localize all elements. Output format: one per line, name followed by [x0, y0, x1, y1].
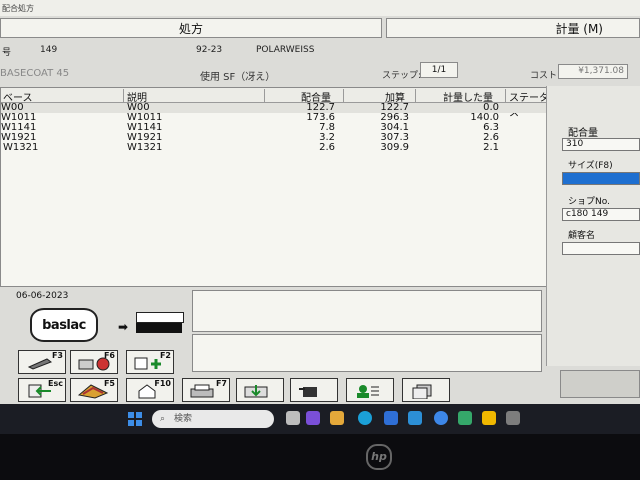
download-icon [244, 385, 268, 398]
cell-base: W1321 [3, 142, 39, 153]
f2-key-label: F2 [159, 351, 171, 360]
f5-key-label: F5 [103, 379, 115, 388]
pour-button[interactable] [290, 378, 338, 402]
customer-label: 顧客名 [568, 231, 596, 241]
usage-label: 使用 SF（冴え） [200, 72, 276, 83]
formula-table: ベース 説明 配合量 加算 計量した量 ステータス W00 W00 122.7 … [0, 87, 556, 287]
file-explorer-icon[interactable] [330, 411, 344, 425]
message-box-bottom [192, 334, 542, 372]
title-bar: 配合処方 [0, 0, 640, 16]
customer-field[interactable] [562, 242, 640, 255]
user-card-icon [357, 385, 379, 398]
edge-icon[interactable] [358, 411, 372, 425]
code-prefix: 号 [2, 48, 12, 58]
user-button[interactable] [346, 378, 394, 402]
code-value: 149 [40, 45, 58, 55]
table-row[interactable]: W1921 W1921 3.2 307.3 2.6 [1, 133, 549, 143]
color-code: 92-23 [196, 45, 223, 55]
message-box-top [192, 290, 542, 332]
printer-icon [190, 384, 214, 398]
windows-start-icon[interactable] [128, 411, 142, 426]
f3-button[interactable]: F3 [18, 350, 66, 374]
indicator-white [136, 312, 184, 323]
widget-icon[interactable] [306, 411, 320, 425]
tab-measure-label: 計量 (M) [555, 21, 603, 36]
size-field[interactable] [562, 172, 640, 185]
right-bottom-panel [560, 370, 640, 398]
download-button[interactable] [236, 378, 284, 402]
amount-field[interactable]: 310 [562, 138, 640, 151]
hp-logo: hp [366, 444, 392, 470]
app-icon-3[interactable] [506, 411, 520, 425]
search-placeholder: 検索 [174, 414, 193, 424]
f10-button[interactable]: F10 [126, 378, 174, 402]
date-label: 06-06-2023 [16, 291, 69, 301]
f10-key-label: F10 [154, 379, 171, 388]
amount-label: 配合量 [568, 128, 598, 139]
windows-taskbar [0, 404, 640, 434]
cell-added: 309.9 [380, 142, 409, 153]
f6-button[interactable]: F6 [70, 350, 118, 374]
app-icon-2[interactable] [482, 411, 496, 425]
cell-measured: 2.1 [483, 142, 499, 153]
cost-field: ¥1,371.08 [558, 64, 628, 79]
f6-key-label: F6 [103, 351, 115, 360]
table-row[interactable]: W00 W00 122.7 122.7 0.0 [1, 103, 549, 113]
search-icon: ⌕ [160, 414, 166, 424]
table-row[interactable]: W1141 W1141 7.8 304.1 6.3 [1, 123, 549, 133]
cell-desc: W1321 [127, 142, 163, 153]
browser-icon[interactable] [434, 411, 448, 425]
cost-label: コスト [530, 71, 558, 81]
tab-measure[interactable]: 計量 (M) [386, 18, 640, 38]
tab-prescription-label: 処方 [178, 21, 203, 36]
paint-can-icon [299, 387, 317, 397]
shop-no-label: ショプNo. [568, 197, 610, 207]
copy-icon [412, 384, 432, 399]
esc-button[interactable]: Esc [18, 378, 66, 402]
f2-button[interactable]: F2 [126, 350, 174, 374]
mail-icon[interactable] [408, 411, 422, 425]
basecoat-label: BASECOAT 45 [0, 68, 70, 79]
shop-no-field[interactable]: c180 149 [562, 208, 640, 221]
table-header: ベース 説明 配合量 加算 計量した量 ステータス [1, 88, 555, 119]
task-view-icon[interactable] [286, 411, 300, 425]
esc-key-label: Esc [48, 379, 63, 388]
store-icon[interactable] [384, 411, 398, 425]
app-icon-1[interactable] [458, 411, 472, 425]
table-row[interactable]: W1321 W1321 2.6 309.9 2.1 [1, 143, 549, 153]
f3-key-label: F3 [51, 351, 63, 360]
size-label: サイズ(F8) [568, 161, 613, 171]
copy-button[interactable] [402, 378, 450, 402]
pencil-icon [27, 358, 53, 370]
arrow-right-icon: ➡ [118, 320, 129, 334]
baslac-logo: baslac [30, 308, 98, 342]
table-body: W00 W00 122.7 122.7 0.0 W1011 W1011 173.… [1, 103, 549, 153]
f5-button[interactable]: F5 [70, 378, 118, 402]
taskbar-search[interactable]: ⌕ 検索 [152, 410, 274, 428]
color-name: POLARWEISS [256, 45, 315, 55]
step-label: ステップ: [382, 71, 422, 81]
indicator-black [136, 323, 182, 333]
app-window: 配合処方 処方 計量 (M) 号 149 92-23 POLARWEISS BA… [0, 0, 640, 404]
table-row[interactable]: W1011 W1011 173.6 296.3 140.0 [1, 113, 549, 123]
tab-prescription[interactable]: 処方 [0, 18, 382, 38]
f7-key-label: F7 [215, 379, 227, 388]
window-title: 配合処方 [2, 4, 34, 13]
f7-button[interactable]: F7 [182, 378, 230, 402]
add-chart-icon [134, 357, 161, 370]
cell-amount: 2.6 [319, 142, 335, 153]
step-field: 1/1 [420, 62, 458, 78]
